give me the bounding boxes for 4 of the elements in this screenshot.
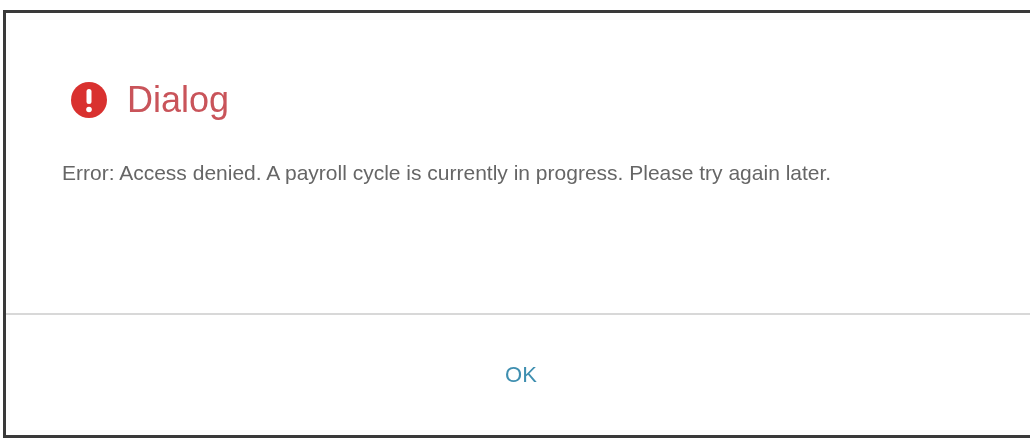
error-icon — [71, 82, 107, 118]
dialog-title: Dialog — [127, 79, 230, 121]
ok-button[interactable]: OK — [491, 356, 551, 394]
error-message: Error: Access denied. A payroll cycle is currently in progress. Please try again later. — [61, 160, 833, 186]
